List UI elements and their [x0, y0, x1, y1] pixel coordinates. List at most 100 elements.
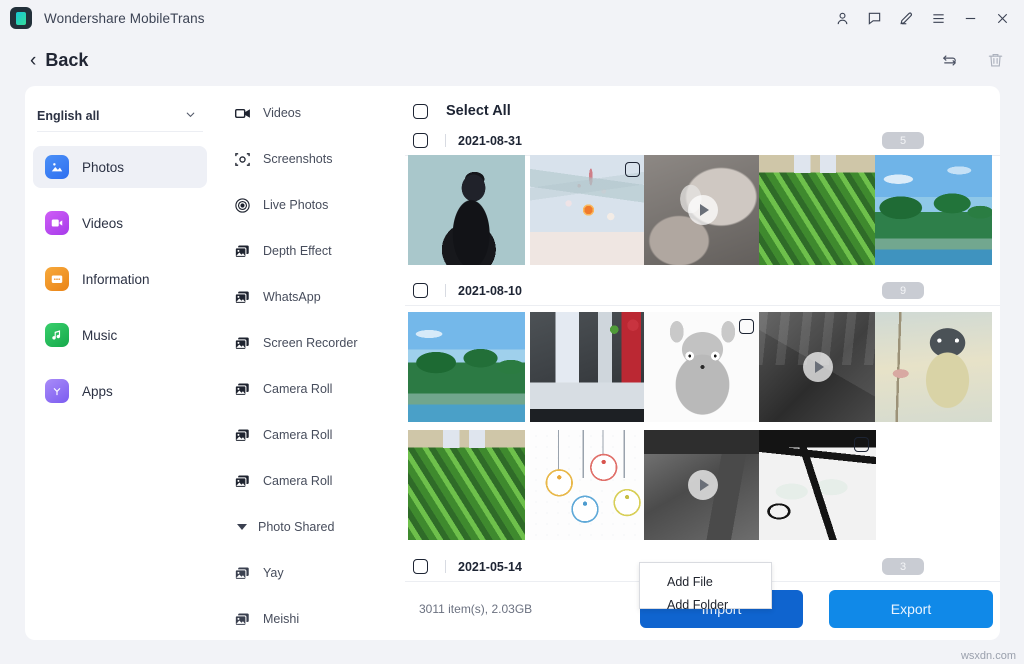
- category-item-label: Live Photos: [263, 198, 328, 212]
- thumbnail-item[interactable]: [530, 155, 647, 265]
- date-group-header: 2021-08-31 5: [405, 126, 1000, 156]
- category-item-screen-recorder[interactable]: Screen Recorder: [233, 329, 405, 357]
- chevron-down-icon: [184, 108, 197, 126]
- category-item-meishi[interactable]: Meishi: [233, 605, 405, 633]
- date-label: 2021-08-31: [458, 134, 522, 148]
- video-play-icon[interactable]: [803, 352, 833, 382]
- group-count-badge: 5: [882, 132, 924, 149]
- album-icon: [233, 610, 251, 628]
- export-button[interactable]: Export: [829, 590, 993, 628]
- date-label: 2021-05-14: [458, 560, 522, 574]
- category-item-label: Screenshots: [263, 152, 332, 166]
- watermark: wsxdn.com: [961, 650, 1016, 662]
- category-item-depth-effect[interactable]: Depth Effect: [233, 237, 405, 265]
- category-item-label: Depth Effect: [263, 244, 332, 258]
- thumbnail-checkbox[interactable]: [739, 319, 754, 334]
- back-chevron-icon: ‹: [30, 51, 36, 70]
- thumbnail-item[interactable]: [408, 155, 525, 265]
- window-controls: [826, 0, 1018, 36]
- category-item-label: Videos: [263, 106, 301, 120]
- group-checkbox[interactable]: [413, 283, 428, 298]
- category-item-label: Camera Roll: [263, 474, 332, 488]
- context-menu: Add File Add Folder: [639, 562, 772, 609]
- edit-pen-icon[interactable]: [890, 3, 922, 33]
- album-icon: [233, 242, 251, 260]
- category-item-screenshots[interactable]: Screenshots: [233, 145, 405, 173]
- photo-browser: Select All 2021-08-31 5: [405, 86, 1000, 640]
- sidebar: English all Photos Videos Information: [25, 86, 215, 640]
- photos-icon: [45, 155, 69, 179]
- category-item-whatsapp[interactable]: WhatsApp: [233, 283, 405, 311]
- account-icon[interactable]: [826, 3, 858, 33]
- category-item-live-photos[interactable]: Live Photos: [233, 191, 405, 219]
- sidebar-item-music[interactable]: Music: [33, 314, 207, 356]
- thumbnail-item[interactable]: [759, 155, 876, 265]
- back-button[interactable]: ‹ Back: [30, 50, 88, 71]
- sidebar-item-videos[interactable]: Videos: [33, 202, 207, 244]
- application-window: Wondershare MobileTrans: [0, 0, 1024, 664]
- sidebar-item-label: Information: [82, 272, 150, 287]
- thumbnail-item[interactable]: [408, 430, 525, 540]
- language-select-value: English all: [37, 109, 100, 123]
- category-item-label: Yay: [263, 566, 284, 580]
- thumbnail-item[interactable]: [644, 312, 761, 422]
- videos-icon: [45, 211, 69, 235]
- group-count-badge: 9: [882, 282, 924, 299]
- video-play-icon[interactable]: [688, 470, 718, 500]
- thumbnail-item[interactable]: [875, 312, 992, 422]
- menu-icon[interactable]: [922, 3, 954, 33]
- thumbnail-checkbox[interactable]: [854, 437, 869, 452]
- category-item-camera-roll-1[interactable]: Camera Roll: [233, 375, 405, 403]
- sidebar-item-information[interactable]: Information: [33, 258, 207, 300]
- language-select[interactable]: English all: [37, 100, 203, 132]
- thumbnail-item[interactable]: [875, 155, 992, 265]
- minimize-icon[interactable]: [954, 3, 986, 33]
- group-checkbox[interactable]: [413, 559, 428, 574]
- thumbnail-item[interactable]: [408, 312, 525, 422]
- navigation-bar: ‹ Back: [0, 40, 1024, 80]
- thumbnail-item[interactable]: [644, 430, 761, 540]
- video-play-icon[interactable]: [688, 195, 718, 225]
- thumbnail-item[interactable]: [530, 430, 647, 540]
- feedback-icon[interactable]: [858, 3, 890, 33]
- category-item-label: Meishi: [263, 612, 299, 626]
- sidebar-item-label: Videos: [82, 216, 123, 231]
- select-all-checkbox[interactable]: [413, 104, 428, 119]
- menu-item-add-folder[interactable]: Add Folder: [640, 593, 771, 616]
- thumbnail-item[interactable]: [759, 312, 876, 422]
- select-all-row: Select All: [405, 96, 1000, 126]
- item-count-label: 3011 item(s), 2.03GB: [419, 602, 532, 616]
- category-group-label: Photo Shared: [258, 520, 334, 534]
- thumbnail-item[interactable]: [644, 155, 761, 265]
- live-photo-icon: [233, 196, 251, 214]
- back-label: Back: [45, 50, 88, 71]
- sidebar-item-apps[interactable]: Apps: [33, 370, 207, 412]
- thumbnail-item[interactable]: [759, 430, 876, 540]
- album-icon: [233, 472, 251, 490]
- thumbnail-item[interactable]: [530, 312, 647, 422]
- category-item-yay[interactable]: Yay: [233, 559, 405, 587]
- album-icon: [233, 334, 251, 352]
- category-item-camera-roll-2[interactable]: Camera Roll: [233, 421, 405, 449]
- category-list: Videos Screenshots Live Photos Depth Eff…: [215, 86, 405, 640]
- album-icon: [233, 564, 251, 582]
- category-item-camera-roll-3[interactable]: Camera Roll: [233, 467, 405, 495]
- trash-icon[interactable]: [982, 47, 1008, 73]
- album-icon: [233, 426, 251, 444]
- sidebar-item-photos[interactable]: Photos: [33, 146, 207, 188]
- close-icon[interactable]: [986, 3, 1018, 33]
- mobiletrans-app-icon: [10, 7, 32, 29]
- sidebar-item-label: Music: [82, 328, 117, 343]
- sync-icon[interactable]: [936, 47, 962, 73]
- thumbnail-checkbox[interactable]: [625, 162, 640, 177]
- menu-item-add-file[interactable]: Add File: [640, 570, 771, 593]
- video-camera-icon: [233, 104, 251, 122]
- category-item-videos[interactable]: Videos: [233, 99, 405, 127]
- group-checkbox[interactable]: [413, 133, 428, 148]
- group-count-badge: 3: [882, 558, 924, 575]
- information-icon: [45, 267, 69, 291]
- sidebar-item-label: Apps: [82, 384, 113, 399]
- category-group-photo-shared[interactable]: Photo Shared: [233, 513, 405, 541]
- triangle-down-icon: [237, 524, 247, 530]
- app-title: Wondershare MobileTrans: [44, 11, 205, 26]
